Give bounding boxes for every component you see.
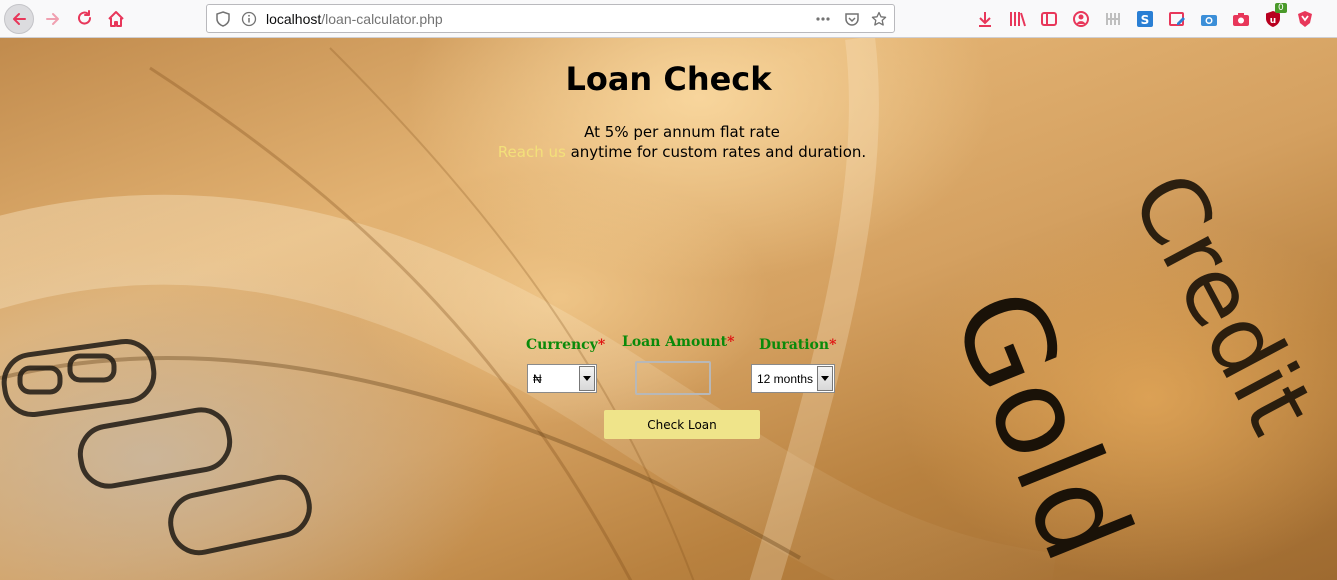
url-host: localhost — [266, 11, 322, 27]
ublock-badge: 0 — [1275, 3, 1287, 13]
screenshot-edit-icon[interactable] — [1167, 9, 1187, 29]
loan-amount-required-mark: * — [727, 334, 735, 350]
page-title: Loan Check — [565, 60, 772, 98]
dropdown-arrow-icon — [821, 376, 829, 381]
card-credit-text: Credit — [1110, 156, 1334, 451]
loan-amount-label: Loan Amount* — [622, 334, 734, 350]
duration-label-text: Duration — [759, 337, 830, 353]
currency-required-mark: * — [597, 337, 606, 353]
duration-label: Duration* — [759, 337, 836, 353]
bookmark-star-icon[interactable] — [871, 11, 887, 27]
currency-select[interactable]: ₦ — [527, 364, 597, 393]
loan-amount-input[interactable] — [635, 361, 711, 395]
camera-extension-icon[interactable] — [1199, 9, 1219, 29]
credit-card-background-image: Gold Credit — [0, 38, 1335, 580]
custom-rates-rest: anytime for custom rates and duration. — [565, 143, 867, 161]
page-actions-icon[interactable] — [815, 11, 831, 27]
currency-dropdown-button[interactable] — [579, 366, 595, 391]
s-extension-icon[interactable]: S — [1135, 9, 1155, 29]
url-bar[interactable]: localhost/loan-calculator.php — [206, 4, 895, 33]
svg-text:S: S — [1141, 13, 1150, 27]
account-icon[interactable] — [1071, 9, 1091, 29]
downloads-icon[interactable] — [975, 9, 995, 29]
back-button[interactable] — [4, 4, 34, 34]
browser-toolbar: localhost/loan-calculator.php S u 0 — [0, 0, 1337, 38]
reload-button[interactable] — [70, 4, 100, 34]
card-gold-text: Gold — [924, 271, 1156, 579]
custom-rates-text: Reach us anytime for custom rates and du… — [0, 142, 1337, 162]
currency-label-text: Currency — [526, 337, 598, 353]
loan-amount-label-text: Loan Amount — [622, 334, 728, 350]
duration-required-mark: * — [829, 337, 837, 353]
check-loan-button[interactable]: Check Loan — [604, 410, 760, 439]
currency-label: Currency* — [526, 337, 605, 353]
brave-shield-icon[interactable] — [1295, 9, 1315, 29]
ublock-button[interactable]: u 0 — [1263, 3, 1287, 29]
extension-grid-icon[interactable] — [1103, 9, 1123, 29]
currency-selected-value: ₦ — [533, 372, 542, 386]
shield-icon[interactable] — [215, 11, 231, 27]
home-icon — [108, 11, 124, 27]
home-button[interactable] — [101, 4, 131, 34]
dropdown-arrow-icon — [583, 376, 591, 381]
url-path: /loan-calculator.php — [321, 11, 443, 27]
subtitle: At 5% per annum flat rate Reach us anyti… — [0, 122, 1337, 162]
duration-select[interactable]: 12 months — [751, 364, 835, 393]
screenshot-camera-icon[interactable] — [1231, 9, 1251, 29]
forward-arrow-icon — [46, 13, 59, 25]
duration-dropdown-button[interactable] — [817, 366, 833, 391]
sidebar-icon[interactable] — [1039, 9, 1059, 29]
pocket-icon[interactable] — [844, 11, 860, 27]
library-icon[interactable] — [1007, 9, 1027, 29]
svg-text:u: u — [1270, 16, 1276, 26]
info-icon[interactable] — [241, 11, 257, 27]
rate-text: At 5% per annum flat rate — [584, 123, 780, 141]
duration-selected-value: 12 months — [757, 372, 814, 386]
url-text[interactable]: localhost/loan-calculator.php — [266, 11, 443, 27]
forward-button[interactable] — [38, 4, 68, 34]
reload-icon — [78, 10, 92, 25]
back-arrow-icon — [13, 13, 26, 25]
page-content: Gold Credit Loan Check At 5% per annum f… — [0, 38, 1337, 580]
reach-us-link[interactable]: Reach us — [498, 143, 566, 161]
